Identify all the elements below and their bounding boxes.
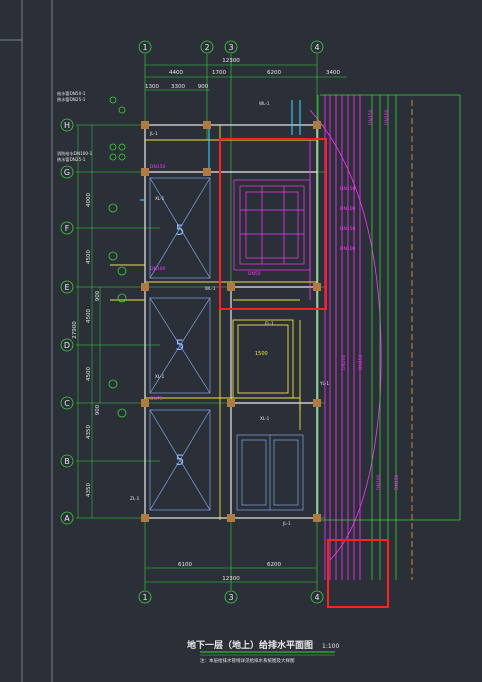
pipe-tag-2: DN100	[340, 206, 356, 212]
axis-label-H: H	[64, 121, 70, 130]
right-mark-5: DN100	[376, 474, 382, 490]
canvas-background	[0, 0, 482, 682]
tag-wl: WL-1	[259, 101, 270, 106]
room-number-1: 5	[176, 223, 185, 239]
axis-label-top-2: 2	[204, 43, 209, 52]
axis-label-G: G	[64, 168, 70, 177]
axis-label-top-4: 4	[314, 43, 319, 52]
dim-left-2: 4500	[86, 250, 92, 264]
room-number-3: 5	[176, 453, 185, 469]
drawing-scale: 1:100	[322, 643, 339, 650]
axis-label-B: B	[64, 457, 70, 466]
axis-label-top-3: 3	[228, 43, 233, 52]
pipe-tag-6: DN100	[150, 266, 166, 272]
right-mark-2: DN100	[384, 109, 390, 125]
dim-top-3: 6200	[267, 70, 281, 76]
pipe-tag-1: DN150	[340, 186, 356, 192]
axis-label-bottom-1: 1	[142, 593, 147, 602]
tag-fl: FL-1	[265, 321, 274, 326]
room-number-2: 5	[176, 338, 185, 354]
cad-drawing-canvas[interactable]: 1 2 3 4 1 3 4 H G F E D C B A 12300 4400…	[0, 0, 482, 682]
dim-top-right: 3400	[326, 70, 340, 76]
axis-label-C: C	[64, 399, 70, 408]
dim-left-4: 4500	[86, 367, 92, 381]
dim-left-total: 27900	[72, 321, 78, 339]
axis-label-top-1: 1	[142, 43, 147, 52]
axis-label-A: A	[64, 514, 70, 523]
right-mark-3: DN200	[341, 354, 347, 370]
axis-label-bottom-4: 4	[314, 593, 319, 602]
axis-label-bottom-3: 3	[228, 593, 233, 602]
pipe-tag-4: DN100	[340, 246, 356, 252]
drawing-note: 注：本层给排水管线详见给排水系统图及大样图	[200, 657, 295, 664]
axis-label-E: E	[64, 283, 69, 292]
dim-bottom-2: 6200	[267, 562, 281, 568]
dim-left-3: 4500	[86, 309, 92, 323]
dim-left-1: 4000	[86, 193, 92, 207]
right-mark-4: DN150	[358, 354, 364, 370]
tag-wl-2: WL-1	[205, 286, 216, 291]
dim-left-inner-1: 900	[95, 290, 101, 301]
dim-bottom-1: 6100	[178, 562, 192, 568]
drawing-title: 地下一层（地上）给排水平面图	[187, 639, 313, 651]
tag-jl-2: JL-1	[282, 521, 291, 526]
left-note-1: 给水管DN50-1	[57, 90, 86, 97]
pipe-tag-5: DN150	[150, 164, 166, 170]
tag-zl: ZL-1	[130, 496, 140, 501]
axis-label-D: D	[64, 341, 70, 350]
tag-jl: JL-1	[149, 131, 158, 136]
axis-label-F: F	[65, 224, 70, 233]
pipe-tag-7: DN50	[248, 271, 261, 277]
dim-top-sub-2: 3300	[171, 84, 185, 90]
yellow-room-dim: 1500	[255, 351, 268, 357]
dim-bottom-total: 12300	[222, 576, 240, 582]
right-mark-1: DN150	[368, 109, 374, 125]
right-mark-6: DN150	[394, 474, 400, 490]
dim-top-2: 1700	[212, 70, 226, 76]
dim-left-5: 4350	[86, 425, 92, 439]
dim-top-total: 12300	[222, 58, 240, 64]
left-note-3: 消防给水DN100-1	[57, 150, 93, 157]
tag-xl-1: XL-1	[155, 196, 165, 201]
dim-top-1: 4400	[169, 70, 183, 76]
dim-top-sub-1: 1300	[145, 84, 159, 90]
dim-left-inner-2: 900	[95, 404, 101, 415]
tag-xl-3: XL-1	[260, 416, 270, 421]
pipe-tag-8: DN75	[150, 396, 163, 402]
tag-yl: YL-1	[319, 381, 329, 386]
pipe-tag-3: DN150	[340, 226, 356, 232]
dim-top-sub-3: 900	[198, 84, 209, 90]
tag-xl-2: XL-1	[155, 374, 165, 379]
left-note-2: 热水管DN25-1	[57, 96, 86, 103]
left-note-4: 热水管DN25-1	[57, 156, 86, 163]
dim-left-6: 4350	[86, 483, 92, 497]
